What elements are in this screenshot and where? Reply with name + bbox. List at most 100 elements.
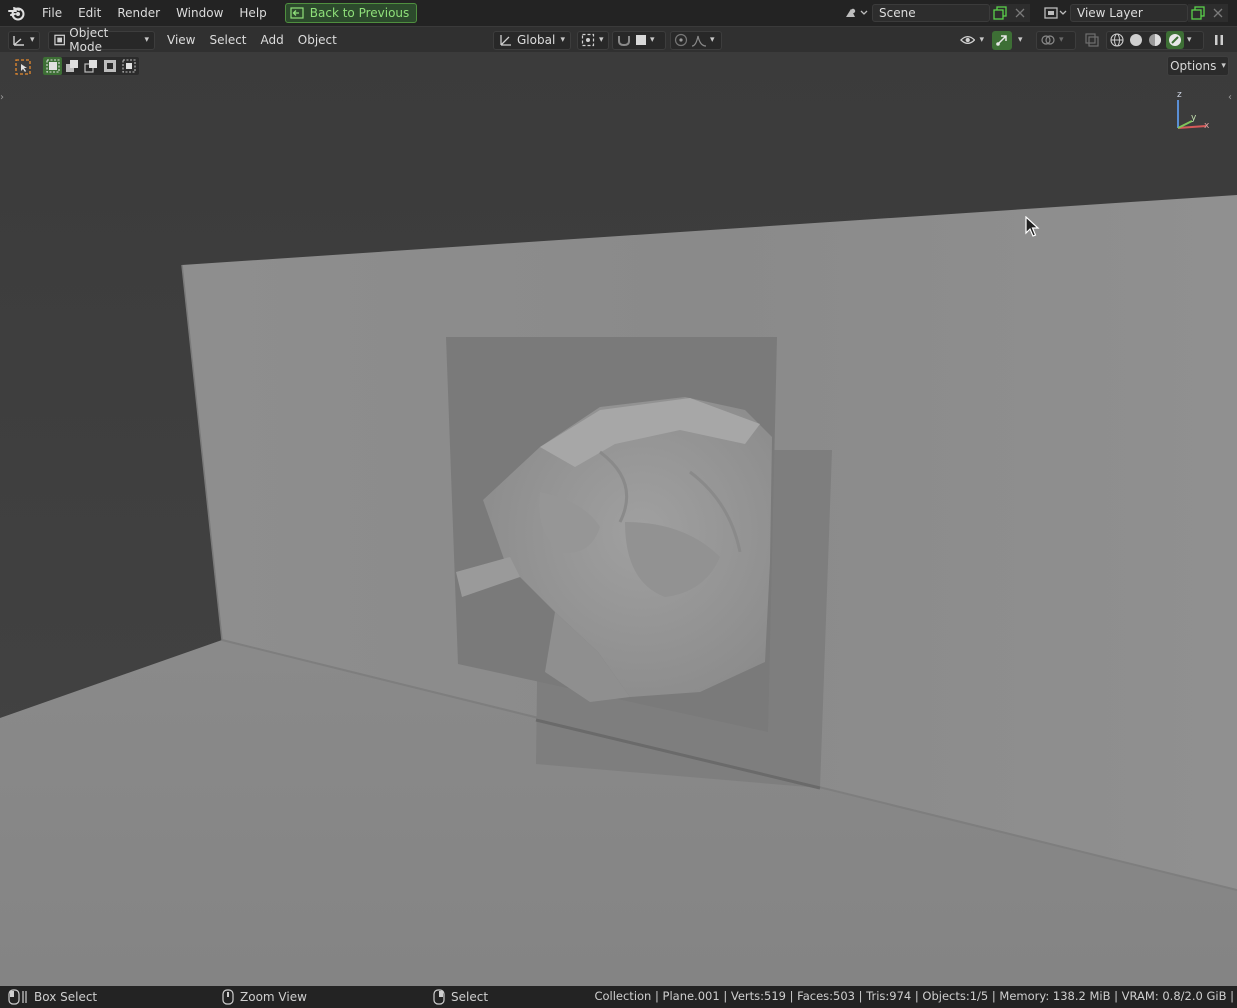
back-arrow-icon <box>290 7 304 19</box>
mode-label: Object Mode <box>69 26 109 54</box>
view-layer-icon <box>1044 7 1067 19</box>
3d-viewport[interactable] <box>0 52 1237 986</box>
set-new-selection-button[interactable] <box>43 57 62 75</box>
pause-render-button[interactable] <box>1210 31 1228 50</box>
scene-selector: Scene <box>840 3 1030 23</box>
new-view-layer-button[interactable] <box>1188 4 1208 22</box>
sidebar-expand-toggle[interactable]: ‹ <box>1228 92 1237 106</box>
menu-object[interactable]: Object <box>291 33 344 47</box>
delete-view-layer-button[interactable] <box>1208 4 1228 22</box>
close-icon <box>1213 8 1223 18</box>
solid-shading-icon[interactable] <box>1128 32 1144 48</box>
scene-statistics-text: Collection | Plane.001 | Verts:519 | Fac… <box>594 989 1234 1003</box>
back-to-previous-label: Back to Previous <box>309 6 410 20</box>
view-layer-name-field[interactable]: View Layer <box>1070 4 1188 22</box>
proportional-editing-controls[interactable]: ▾ <box>670 30 722 50</box>
wireframe-shading-icon[interactable] <box>1109 32 1125 48</box>
scene-name: Scene <box>879 6 916 20</box>
gizmo-dropdown[interactable]: ▾ <box>1018 35 1023 45</box>
overlays-icon <box>1041 35 1055 45</box>
duplicate-icon <box>993 6 1007 20</box>
blender-logo-icon[interactable] <box>0 0 34 26</box>
status-middle-mouse: Zoom View <box>222 989 307 1005</box>
proportional-edit-icon <box>674 33 688 47</box>
object-mode-icon <box>54 34 65 46</box>
status-right-mouse: Select <box>433 989 488 1005</box>
menu-help[interactable]: Help <box>231 0 274 26</box>
xray-toggle-button[interactable] <box>1082 31 1102 50</box>
toolbar-expand-toggle[interactable]: › <box>0 92 8 106</box>
rendered-shading-button[interactable] <box>1166 31 1184 49</box>
mouse-cursor-icon <box>1025 216 1040 237</box>
axes-icon <box>13 36 24 46</box>
intersect-selection-icon <box>121 59 136 73</box>
eye-icon <box>960 35 976 45</box>
left-mouse-icon <box>8 989 27 1005</box>
subtract-selection-button[interactable] <box>81 57 100 75</box>
gizmo-y-label: y <box>1191 113 1197 123</box>
right-mouse-icon <box>433 989 445 1005</box>
rendered-shading-icon <box>1169 34 1181 46</box>
status-bar: Box Select Zoom View Select Collection |… <box>0 986 1237 1008</box>
new-scene-button[interactable] <box>990 4 1010 22</box>
view-layer-browse-button[interactable] <box>1040 4 1070 22</box>
menu-edit[interactable]: Edit <box>70 0 109 26</box>
tool-settings-row: Options ▾ <box>0 52 1237 82</box>
gizmo-icon <box>996 35 1007 46</box>
status-right-action: Select <box>451 990 489 1004</box>
duplicate-icon <box>1191 6 1205 20</box>
new-selection-icon <box>45 59 60 73</box>
back-to-previous-button[interactable]: Back to Previous <box>284 3 418 23</box>
transform-orientation-selector[interactable]: Global ▾ <box>493 30 571 50</box>
menu-add[interactable]: Add <box>254 33 291 47</box>
options-button[interactable]: Options ▾ <box>1167 56 1229 76</box>
extend-selection-button[interactable] <box>62 57 81 75</box>
middle-mouse-icon <box>222 989 234 1005</box>
view-layer-selector: View Layer <box>1040 3 1228 23</box>
snap-controls[interactable]: ▾ <box>612 30 666 50</box>
menu-select[interactable]: Select <box>202 33 253 47</box>
menu-view[interactable]: View <box>160 33 202 47</box>
pause-icon <box>1215 35 1223 45</box>
snap-increment-icon <box>636 35 646 45</box>
menu-file[interactable]: File <box>34 0 70 26</box>
box-select-tool-icon <box>15 59 31 75</box>
status-left-action: Box Select <box>34 990 98 1004</box>
shading-selector[interactable]: ▾ <box>1106 30 1204 50</box>
orientation-icon <box>500 35 511 46</box>
gizmo-toggle-button[interactable] <box>992 30 1012 50</box>
options-label: Options <box>1170 59 1217 73</box>
editor-type-button[interactable]: ▾ <box>8 30 40 50</box>
scene-icon <box>846 8 868 17</box>
close-icon <box>1015 8 1025 18</box>
status-left-mouse: Box Select <box>8 989 97 1005</box>
material-shading-icon[interactable] <box>1147 32 1163 48</box>
menu-render[interactable]: Render <box>109 0 168 26</box>
view-layer-name: View Layer <box>1077 6 1143 20</box>
scene-statistics: Collection | Plane.001 | Verts:519 | Fac… <box>594 989 1234 1003</box>
navigation-gizmo[interactable]: z y x <box>1166 86 1216 136</box>
extend-selection-icon <box>65 60 78 72</box>
orientation-label: Global <box>517 33 556 47</box>
selection-mode-group <box>42 56 140 76</box>
subtract-selection-icon <box>83 60 97 73</box>
viewport-header: ▾ Object Mode ▾ View Select Add Object G… <box>0 26 1237 54</box>
delete-scene-button[interactable] <box>1010 4 1030 22</box>
overlays-selector[interactable]: ▾ <box>1036 30 1076 50</box>
falloff-curve-icon <box>691 35 707 47</box>
pivot-point-selector[interactable]: ▾ <box>577 30 609 50</box>
gizmo-z-label: z <box>1177 90 1182 100</box>
mode-selector[interactable]: Object Mode ▾ <box>48 26 155 54</box>
visibility-selector[interactable]: ▾ <box>956 31 988 50</box>
intersect-selection-button[interactable] <box>119 57 138 75</box>
menu-window[interactable]: Window <box>168 0 231 26</box>
magnet-icon <box>618 36 630 47</box>
xray-icon <box>1085 33 1099 47</box>
viewport-scene <box>0 52 1237 986</box>
scene-browse-button[interactable] <box>840 4 872 22</box>
invert-selection-icon <box>103 60 116 72</box>
invert-selection-button[interactable] <box>100 57 119 75</box>
scene-name-field[interactable]: Scene <box>872 4 990 22</box>
status-middle-action: Zoom View <box>240 990 307 1004</box>
active-tool-button[interactable] <box>12 56 34 78</box>
